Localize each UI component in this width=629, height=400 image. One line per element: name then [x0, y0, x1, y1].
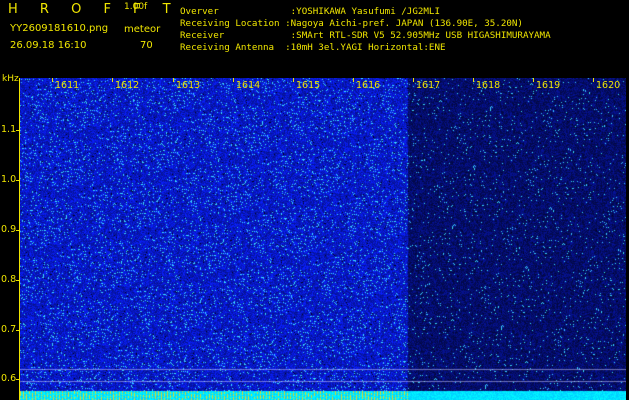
x-tick-mark: [473, 78, 474, 82]
y-tick-mark: [16, 180, 20, 181]
x-tick-mark: [533, 78, 534, 82]
x-tick-mark: [233, 78, 234, 82]
y-tick-mark: [16, 280, 20, 281]
y-tick-mark: [16, 130, 20, 131]
x-tick-label: 1612: [115, 80, 140, 91]
x-tick-label: 1615: [296, 80, 321, 91]
y-tick-mark: [16, 379, 20, 380]
x-tick-mark: [112, 78, 113, 82]
meteor-count: 70: [140, 40, 153, 51]
x-tick-mark: [173, 78, 174, 82]
y-tick-label: 1.0: [1, 174, 17, 185]
antenna-line: Receiving Antenna :10mH 3el.YAGI Horizon…: [180, 42, 446, 53]
x-tick-mark: [593, 78, 594, 82]
y-tick-label: 1.1: [1, 124, 17, 135]
mode-label: meteor: [124, 24, 161, 35]
x-tick-mark: [52, 78, 53, 82]
x-tick-mark: [413, 78, 414, 82]
x-tick-label: 1614: [236, 80, 261, 91]
observer-line: Overver :YOSHIKAWA Yasufumi /JG2MLI: [180, 6, 440, 17]
y-tick-mark: [16, 330, 20, 331]
y-tick-label: 0.7: [1, 324, 17, 335]
spectrogram-canvas: [20, 78, 626, 400]
x-tick-mark: [353, 78, 354, 82]
hrofft-spectrogram-screen: H R O F F T 1.00f YY2609181610.png 26.09…: [0, 0, 629, 400]
y-tick-label: 0.9: [1, 224, 17, 235]
y-tick-label: 0.8: [1, 274, 17, 285]
x-tick-label: 1617: [416, 80, 441, 91]
location-line: Receiving Location :Nagoya Aichi-pref. J…: [180, 18, 523, 29]
y-tick-label: 0.6: [1, 373, 17, 384]
y-axis-unit: kHz: [2, 74, 19, 84]
x-tick-label: 1620: [596, 80, 621, 91]
x-tick-label: 1613: [176, 80, 201, 91]
x-tick-label: 1616: [356, 80, 381, 91]
x-tick-label: 1611: [55, 80, 80, 91]
y-axis-line: [19, 78, 20, 400]
version-label: 1.00f: [124, 2, 148, 12]
receiver-line: Receiver :SMArt RTL-SDR V5 52.905MHz USB…: [180, 30, 551, 41]
app-logo: H R O F F T: [8, 2, 180, 17]
y-tick-mark: [16, 230, 20, 231]
x-tick-label: 1618: [476, 80, 501, 91]
x-tick-mark: [293, 78, 294, 82]
filename-label: YY2609181610.png: [10, 23, 109, 34]
x-tick-label: 1619: [536, 80, 561, 91]
datetime-label: 26.09.18 16:10: [10, 40, 87, 51]
